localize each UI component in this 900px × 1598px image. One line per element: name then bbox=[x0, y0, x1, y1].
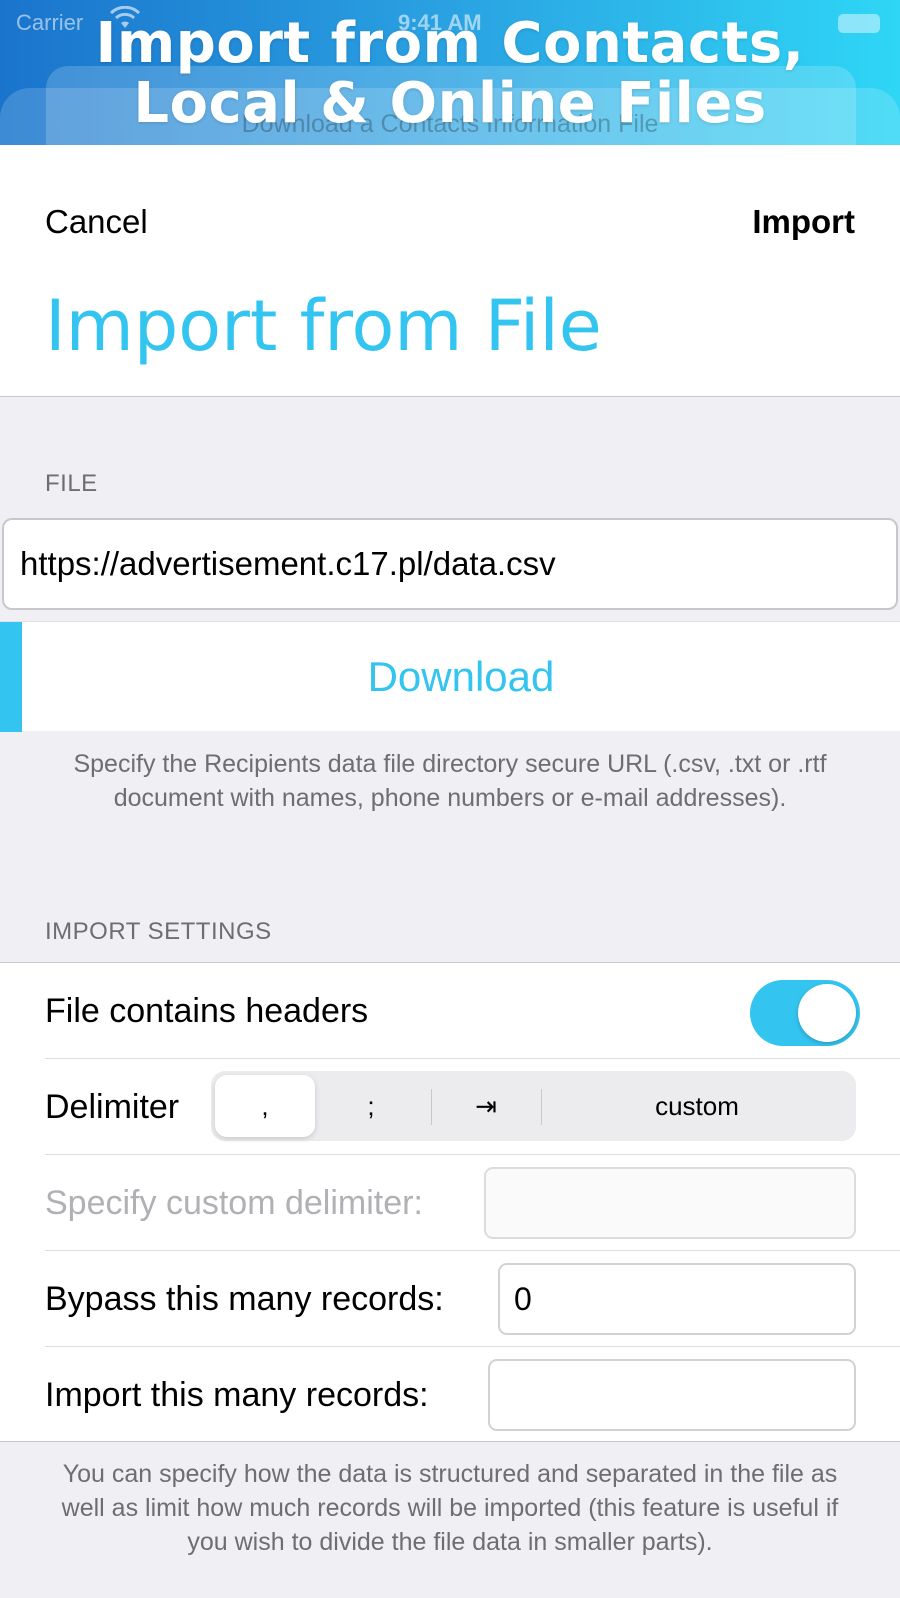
headers-label: File contains headers bbox=[45, 992, 369, 1030]
headers-row: File contains headers bbox=[0, 963, 900, 1059]
import-button[interactable]: Import bbox=[752, 203, 855, 241]
bypass-records-input[interactable]: 0 bbox=[498, 1263, 856, 1335]
promo-title-line-1: Import from Contacts, bbox=[95, 11, 805, 76]
custom-delimiter-row: Specify custom delimiter: bbox=[0, 1155, 900, 1251]
segment-divider bbox=[541, 1089, 542, 1125]
download-accent-bar bbox=[0, 622, 22, 732]
delimiter-row: Delimiter , ; ⇥ custom bbox=[0, 1059, 900, 1155]
toggle-knob bbox=[798, 984, 856, 1042]
delimiter-option-custom[interactable]: custom bbox=[543, 1075, 851, 1137]
import-settings-footer: You can specify how the data is structur… bbox=[61, 1460, 839, 1556]
import-count-row: Import this many records: bbox=[0, 1347, 900, 1443]
custom-delimiter-label: Specify custom delimiter: bbox=[45, 1184, 423, 1222]
import-count-label: Import this many records: bbox=[45, 1376, 429, 1414]
file-url-input[interactable]: https://advertisement.c17.pl/data.csv bbox=[2, 518, 898, 610]
promo-title-line-2: Local & Online Files bbox=[133, 71, 767, 136]
delimiter-option-tab[interactable]: ⇥ bbox=[433, 1075, 539, 1137]
custom-delimiter-input[interactable] bbox=[484, 1167, 856, 1239]
delimiter-segmented-control: , ; ⇥ custom bbox=[211, 1071, 856, 1141]
bypass-records-label: Bypass this many records: bbox=[45, 1280, 444, 1318]
segment-divider bbox=[431, 1089, 432, 1125]
navigation-bar: Cancel Import Import from File bbox=[0, 145, 900, 397]
delimiter-label: Delimiter bbox=[45, 1088, 180, 1126]
download-row: Download bbox=[0, 621, 900, 732]
promo-title: Import from Contacts, Local & Online Fil… bbox=[0, 14, 900, 134]
import-settings-header: IMPORT SETTINGS bbox=[45, 918, 272, 945]
file-section-footer: Specify the Recipients data file directo… bbox=[73, 750, 827, 812]
headers-toggle[interactable] bbox=[750, 980, 860, 1046]
import-count-input[interactable] bbox=[488, 1359, 856, 1431]
promo-banner: Carrier 9:41 AM Download a Contacts Info… bbox=[0, 0, 900, 145]
delimiter-option-comma[interactable]: , bbox=[215, 1075, 315, 1137]
cancel-button[interactable]: Cancel bbox=[45, 203, 148, 241]
page-title: Import from File bbox=[45, 285, 602, 367]
delimiter-option-semicolon[interactable]: ; bbox=[319, 1075, 423, 1137]
import-settings-group: File contains headers Delimiter , ; ⇥ cu… bbox=[0, 962, 900, 1442]
bypass-records-row: Bypass this many records: 0 bbox=[0, 1251, 900, 1347]
file-section-header: FILE bbox=[45, 470, 98, 497]
download-button[interactable]: Download bbox=[22, 622, 900, 732]
